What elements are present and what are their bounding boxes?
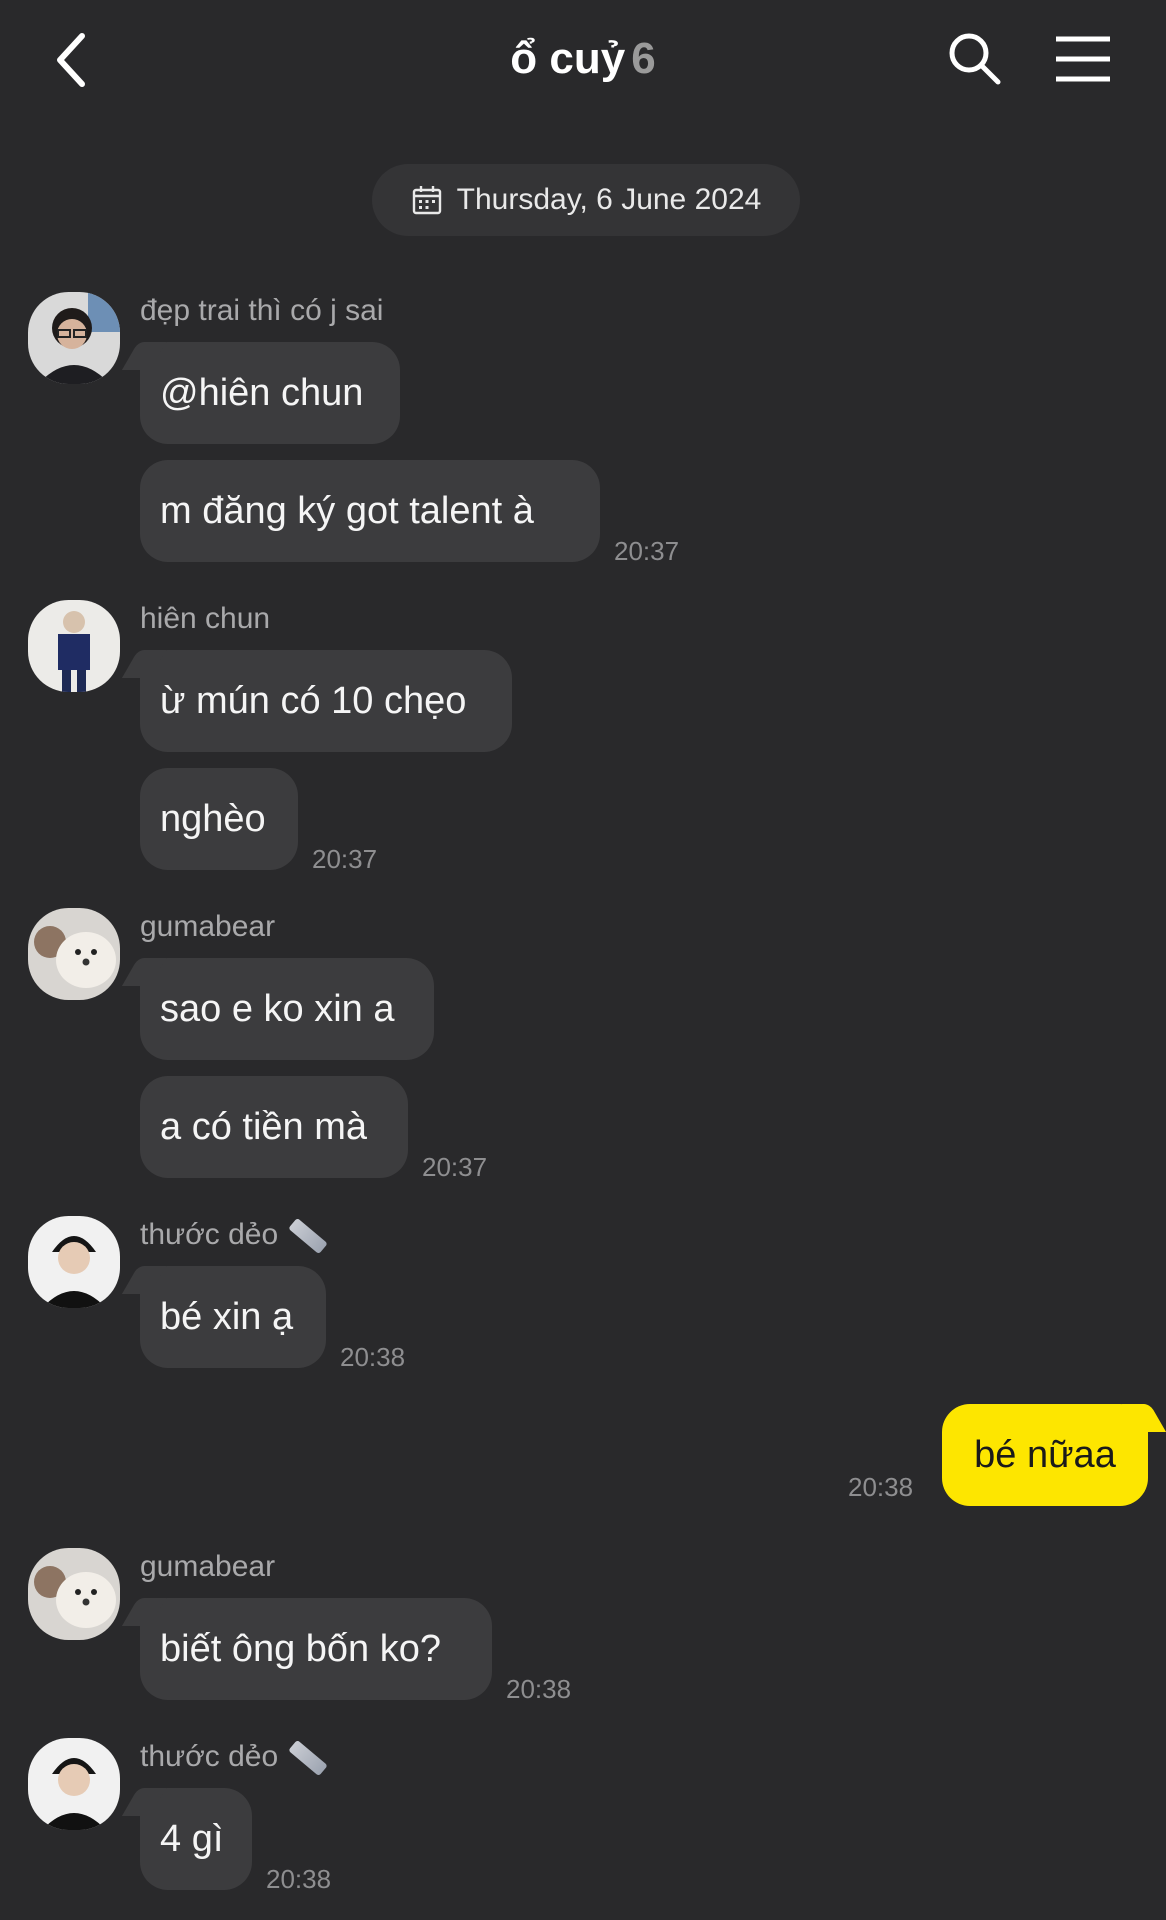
message-bubble[interactable]: 4 gì: [140, 1788, 252, 1890]
message-bubble[interactable]: bé xin ạ: [140, 1266, 326, 1368]
sender-name: gumabear: [140, 910, 276, 943]
avatar[interactable]: [28, 1738, 120, 1830]
avatar[interactable]: [28, 1548, 120, 1640]
avatar[interactable]: [28, 1216, 120, 1308]
message-bubble[interactable]: a có tiền mà: [140, 1076, 408, 1178]
message-bubble[interactable]: sao e ko xin a: [140, 958, 434, 1060]
timestamp: 20:37: [312, 844, 378, 874]
timestamp: 20:38: [266, 1864, 332, 1894]
chat-header: ổ cuỷ 6: [0, 0, 1166, 120]
avatar[interactable]: [28, 292, 120, 384]
timestamp: 20:38: [340, 1342, 406, 1372]
sender-name: đẹp trai thì có j sai: [140, 294, 384, 327]
sender-name-text: thước dẻo: [140, 1740, 279, 1773]
sender-name-text: thước dẻo: [140, 1218, 279, 1251]
date-label: Thursday, 6 June 2024: [456, 183, 762, 216]
message-bubble[interactable]: @hiên chun: [140, 342, 400, 444]
member-count: 6: [631, 34, 656, 83]
calendar-icon: [412, 186, 441, 215]
search-icon[interactable]: [946, 30, 1002, 86]
message-bubble[interactable]: m đăng ký got talent à: [140, 460, 600, 562]
sender-name: gumabear: [140, 1550, 276, 1583]
hamburger-menu-icon[interactable]: [1054, 34, 1112, 84]
message-bubble[interactable]: ừ mún có 10 chẹo: [140, 650, 512, 752]
timestamp: 20:38: [506, 1674, 572, 1704]
avatar[interactable]: [28, 908, 120, 1000]
timestamp: 20:37: [422, 1152, 488, 1182]
date-divider: Thursday, 6 June 2024: [372, 164, 800, 236]
message-bubble[interactable]: nghèo: [140, 768, 298, 870]
timestamp: 20:37: [614, 536, 680, 566]
sender-name: thước dẻo: [140, 1739, 328, 1777]
message-bubble[interactable]: biết ông bốn ko?: [140, 1598, 492, 1700]
chat-name: ổ cuỷ: [510, 34, 626, 83]
timestamp: 20:38: [848, 1472, 914, 1502]
ruler-icon: [288, 1217, 328, 1255]
ruler-icon: [288, 1739, 328, 1777]
my-message-bubble[interactable]: bé nữaa: [942, 1404, 1148, 1506]
sender-name: thước dẻo: [140, 1217, 328, 1255]
sender-name: hiên chun: [140, 602, 271, 635]
avatar[interactable]: [28, 600, 120, 692]
